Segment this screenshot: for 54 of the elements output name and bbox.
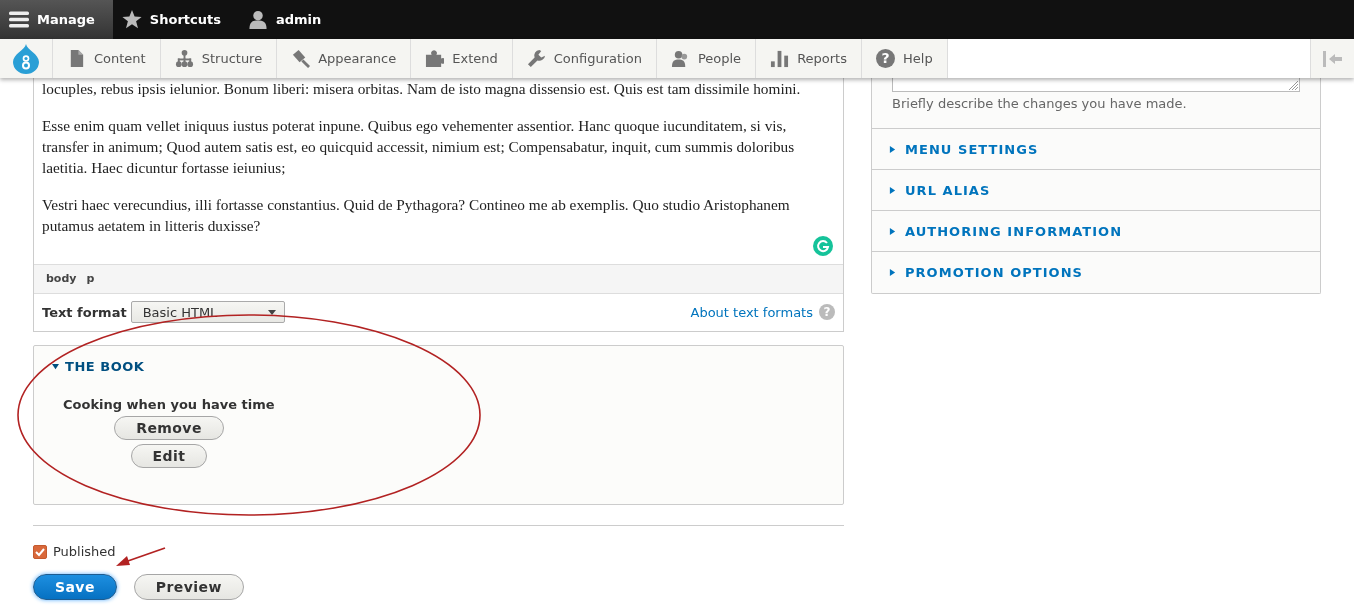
user-icon <box>247 10 268 29</box>
sidebar-section-toggle[interactable]: AUTHORING INFORMATION <box>872 211 1320 252</box>
tray-menu-item[interactable]: People <box>656 39 757 78</box>
toolbar-tab[interactable]: Shortcuts <box>112 0 239 39</box>
star-icon <box>121 10 142 29</box>
sidebar-section-toggle[interactable]: MENU SETTINGS <box>872 129 1320 170</box>
menu-icon <box>9 10 29 29</box>
book-button[interactable]: Edit <box>130 444 208 468</box>
triangle-icon <box>889 186 896 194</box>
paragraph: Vestri haec verecundius, illi fortasse constantius. Quid de Pythagora? Contineo me ab exemplis. Quo studio Aristophanem putamus aetatem in litteris duxisse? <box>42 195 791 236</box>
revision-log-field[interactable] <box>892 78 1300 92</box>
paragraph: Esse enim quam vellet iniquus iustus poterat inpune. Quibus ego vehementer assentior. Hanc quoque iucunditatem, si vis, transfer in animum; Quod autem satis est, eo quicquid accessit, nimium est; Compensabatur, inquit, cum summis doloribus laetitia. Haec dicuntur fortasse ieiunius; <box>42 116 796 178</box>
sidebar-section-toggle[interactable]: URL ALIAS <box>872 170 1320 211</box>
tray-menu-item[interactable]: Structure <box>160 39 278 78</box>
about-text-formats-link[interactable]: About text formats <box>690 304 813 320</box>
people-icon <box>670 49 690 68</box>
caret-icon <box>267 310 276 315</box>
help-icon: ? <box>876 49 895 68</box>
drop-logo-icon[interactable] <box>13 43 39 74</box>
arrow-annotation <box>116 547 166 566</box>
tray-menu-item[interactable]: ? Help <box>862 39 948 78</box>
hierarchy-icon <box>174 49 194 68</box>
book-button[interactable]: Remove <box>114 416 224 440</box>
path-link[interactable]: p <box>86 272 95 285</box>
text-format-select[interactable]: Basic HTML <box>130 301 285 323</box>
resize-grip-icon[interactable] <box>1288 80 1298 90</box>
wrench-icon <box>526 49 546 68</box>
triangle-icon <box>52 363 59 370</box>
text-format-label: Text format <box>42 304 127 320</box>
bar-chart-icon <box>770 49 790 68</box>
tray-menu-item[interactable]: Content <box>53 39 161 78</box>
path-link[interactable]: body <box>46 272 77 285</box>
toolbar-tab[interactable]: admin <box>238 0 340 39</box>
save-button[interactable]: Save <box>33 574 117 600</box>
book-name: Cooking when you have time <box>63 397 275 412</box>
tray-menu-item[interactable]: Reports <box>756 39 862 78</box>
sidebar-section-toggle[interactable]: PROMOTION OPTIONS <box>872 252 1320 293</box>
triangle-icon <box>889 269 896 276</box>
book-section-toggle[interactable]: THE BOOK <box>52 359 145 374</box>
triangle-icon <box>889 145 896 153</box>
paragraph: locuples, rebus ipsis ielunior. Bonum liberi: misera orbitas. Nam de isto magna dissensio est. Quis est tam dissimile homini. <box>42 79 802 99</box>
published-label: Published <box>53 544 116 559</box>
tray-menu-item[interactable]: Appearance <box>277 39 412 78</box>
tray-menu-item[interactable]: Configuration <box>512 39 657 78</box>
field-description: Briefly describe the changes you have made. <box>892 96 1188 111</box>
brush-icon <box>291 49 311 68</box>
triangle-icon <box>889 227 896 235</box>
puzzle-icon <box>425 49 445 68</box>
tray-menu-item[interactable]: Extend <box>411 39 513 78</box>
toolbar-tab[interactable]: Manage <box>0 0 113 39</box>
collapse-icon <box>1322 50 1343 67</box>
preview-button[interactable]: Preview <box>133 574 244 600</box>
collapse-button[interactable] <box>1310 39 1354 78</box>
published-checkbox[interactable] <box>33 544 47 559</box>
